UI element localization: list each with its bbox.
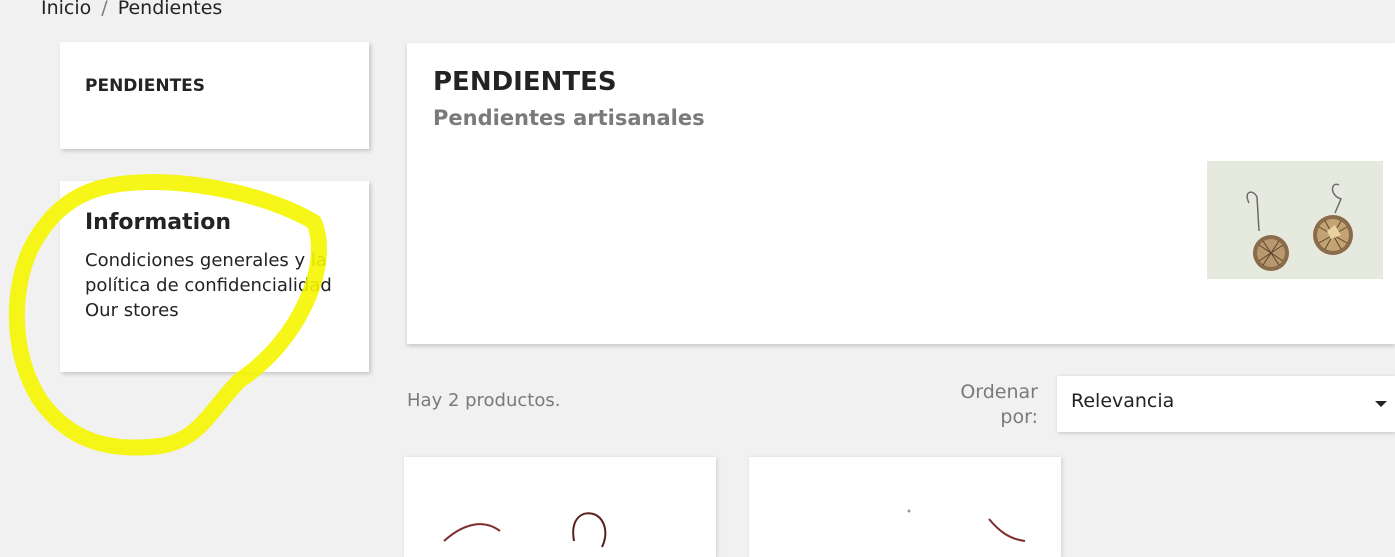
category-header: PENDIENTES Pendientes artisanales <box>407 43 1395 344</box>
breadcrumb-separator: / <box>101 0 108 19</box>
sort-label: Ordenar por: <box>960 381 1038 428</box>
breadcrumb: Inicio / Pendientes <box>41 0 222 19</box>
category-subtitle: Pendientes artisanales <box>433 106 705 130</box>
earrings-image <box>1207 161 1383 279</box>
product-count: Hay 2 productos. <box>407 390 561 411</box>
list-item: Condiciones generales y la política de c… <box>85 248 365 298</box>
page-title: PENDIENTES <box>433 67 617 97</box>
sort-selected-value: Relevancia <box>1071 390 1175 412</box>
information-heading: Information <box>85 210 231 235</box>
product-card[interactable] <box>749 457 1061 557</box>
sort-dropdown[interactable]: Relevancia <box>1057 376 1395 432</box>
our-stores-link[interactable]: Our stores <box>85 300 179 321</box>
sidebar-category-block: PENDIENTES <box>60 42 369 149</box>
terms-link[interactable]: Condiciones generales y la política de c… <box>85 250 332 296</box>
caret-down-icon <box>1375 401 1387 407</box>
sidebar-information-block: Information Condiciones generales y la p… <box>60 181 369 372</box>
information-links: Condiciones generales y la política de c… <box>85 248 365 323</box>
sidebar-category-title[interactable]: PENDIENTES <box>85 76 205 96</box>
product-card[interactable] <box>404 457 716 557</box>
list-item: Our stores <box>85 298 365 323</box>
breadcrumb-home[interactable]: Inicio <box>41 0 91 19</box>
earring-thumbnail <box>404 457 716 557</box>
breadcrumb-current: Pendientes <box>117 0 223 19</box>
earring-thumbnail <box>749 457 1061 557</box>
